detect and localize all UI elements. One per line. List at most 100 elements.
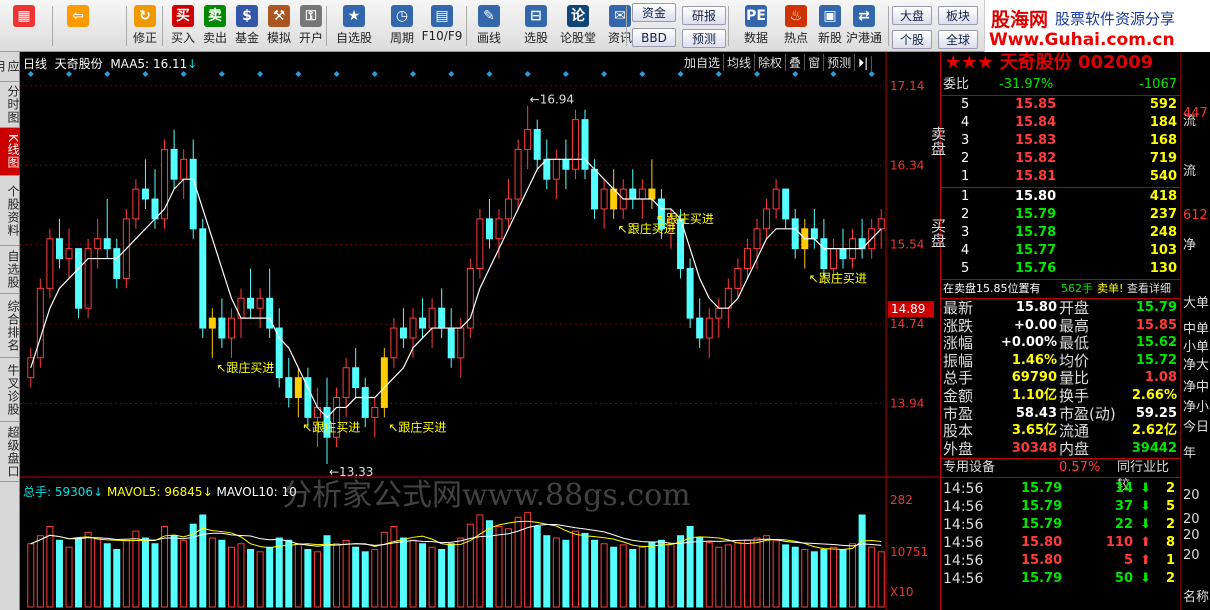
candle[interactable] (399, 327, 407, 339)
sell-level-row[interactable]: 2 15.82 719 (941, 150, 1181, 168)
volume-bar[interactable] (438, 549, 446, 608)
volume-bar[interactable] (361, 551, 369, 608)
hk-connect-button[interactable]: ⇄ 沪港通 (842, 3, 886, 49)
tab-4[interactable]: 自选股 (0, 246, 20, 294)
volume-bar[interactable] (858, 514, 866, 608)
candle[interactable] (256, 297, 264, 309)
volume-bar[interactable] (46, 526, 54, 608)
candle[interactable] (46, 238, 54, 289)
candle[interactable] (227, 317, 235, 339)
candle[interactable] (629, 188, 637, 200)
volume-bar[interactable] (333, 543, 341, 608)
volume-bar[interactable] (466, 523, 474, 608)
candle[interactable] (686, 268, 694, 319)
candle[interactable] (648, 188, 656, 200)
candle[interactable] (829, 248, 837, 269)
buy-button[interactable]: 买买入 (168, 3, 198, 49)
tab-3[interactable]: 个股资料 (0, 176, 20, 246)
chart-btn-5[interactable]: 预测 (824, 54, 856, 71)
volume-bar[interactable] (763, 535, 771, 608)
volume-bar[interactable] (839, 549, 847, 608)
volume-bar[interactable] (619, 544, 627, 608)
volume-bar[interactable] (600, 543, 608, 608)
candle[interactable] (361, 387, 369, 418)
kline-chart[interactable]: 17.14 16.34 15.54 14.74 13.94 ↖跟庄买进 ↖跟庄买进 ↖跟庄买进… (20, 52, 939, 610)
volume-bar[interactable] (371, 549, 379, 608)
candle[interactable] (696, 317, 704, 339)
candle[interactable] (141, 188, 149, 200)
candle[interactable] (103, 238, 111, 250)
volume-bar[interactable] (657, 539, 665, 608)
candle[interactable] (438, 307, 446, 329)
order-note-row[interactable]: 在卖盘15.85位置有 562手 卖单! 查看详细 (941, 280, 1181, 298)
volume-bar[interactable] (476, 514, 484, 608)
candle[interactable] (84, 248, 92, 309)
tab-1[interactable]: 分时图 (0, 82, 20, 128)
volume-bar[interactable] (113, 549, 121, 608)
grid-button[interactable]: ▦ (4, 3, 44, 49)
candle[interactable] (294, 377, 302, 399)
candle[interactable] (505, 198, 513, 220)
volume-bar[interactable] (734, 542, 742, 608)
volume-bar[interactable] (638, 546, 646, 608)
volume-bar[interactable] (390, 526, 398, 608)
volume-bar[interactable] (743, 539, 751, 608)
candle[interactable] (820, 238, 828, 270)
refresh-button[interactable]: ↻ 修正 (130, 3, 160, 49)
fund-button[interactable]: $ 基金 (232, 3, 262, 49)
volume-bar[interactable] (428, 546, 436, 608)
volume-bar[interactable] (801, 549, 809, 608)
candle[interactable] (485, 218, 493, 240)
window-toggle-icon[interactable]: ⏵| (855, 56, 873, 71)
pill-research[interactable]: 研报 (682, 6, 726, 25)
volume-bar[interactable] (724, 544, 732, 608)
pe-button[interactable]: PE 数据 (734, 3, 778, 49)
lock-button[interactable]: ⚿ 开户 (296, 3, 326, 49)
volume-bar[interactable] (151, 543, 159, 608)
candle[interactable] (199, 228, 207, 329)
buy-level-row[interactable]: 2 15.79 237 (941, 206, 1181, 224)
candle[interactable] (552, 158, 560, 180)
candle[interactable] (495, 218, 503, 240)
pill-personal[interactable]: 个股 (892, 30, 932, 49)
volume-bar[interactable] (571, 530, 579, 608)
candle[interactable] (275, 327, 283, 379)
sell-button[interactable]: 卖卖出 (200, 3, 230, 49)
candle[interactable] (113, 248, 121, 279)
chart-btn-1[interactable]: 均线 (724, 54, 756, 71)
candle[interactable] (55, 238, 63, 260)
volume-bar[interactable] (75, 537, 83, 608)
pill-forecast[interactable]: 预测 (682, 29, 726, 48)
volume-bar[interactable] (266, 546, 274, 608)
chart-btn-0[interactable]: 加自选 (681, 54, 725, 71)
volume-bar[interactable] (629, 549, 637, 608)
volume-bar[interactable] (849, 543, 857, 608)
pill-global[interactable]: 全球 (938, 30, 978, 49)
volume-bar[interactable] (772, 539, 780, 608)
volume-bar[interactable] (237, 543, 245, 608)
volume-bar[interactable] (419, 543, 427, 608)
candle[interactable] (380, 357, 388, 408)
buy-level-row[interactable]: 1 15.80 418 (941, 188, 1181, 206)
candle[interactable] (208, 317, 216, 329)
volume-bar[interactable] (285, 539, 293, 608)
sell-level-row[interactable]: 5 15.85 592 (941, 96, 1181, 114)
candle[interactable] (218, 317, 226, 339)
discuss-button[interactable]: 论论股堂 (556, 3, 600, 49)
volume-bar[interactable] (457, 537, 465, 608)
volume-bar[interactable] (581, 532, 589, 608)
filter-button[interactable]: ⊟ 选股 (514, 3, 558, 49)
candle[interactable] (390, 327, 398, 359)
volume-bar[interactable] (877, 551, 885, 608)
volume-bar[interactable] (791, 546, 799, 608)
candle[interactable] (428, 307, 436, 329)
tab-2[interactable]: K线图 (0, 128, 20, 176)
candle[interactable] (734, 268, 742, 289)
candle[interactable] (409, 317, 417, 339)
candle[interactable] (839, 248, 847, 260)
pill-fund[interactable]: 资金 (632, 3, 676, 22)
candle[interactable] (476, 218, 484, 269)
f10-button[interactable]: ▤ F10/F9 (420, 3, 464, 49)
candle[interactable] (75, 248, 83, 309)
candle[interactable] (457, 327, 465, 359)
